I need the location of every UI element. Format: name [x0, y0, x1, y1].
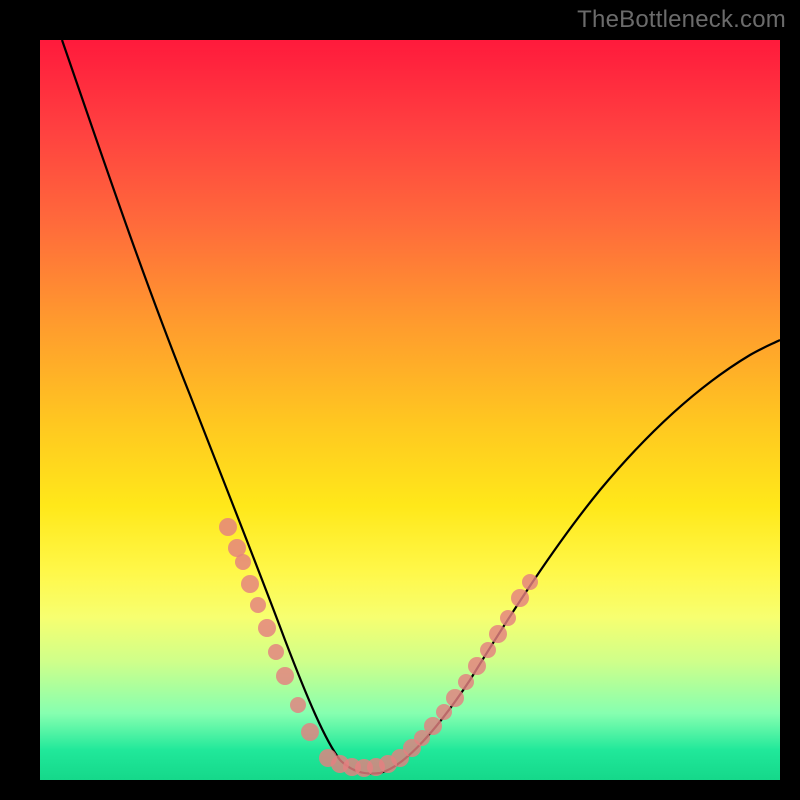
marker-dot [258, 619, 276, 637]
marker-dot [424, 717, 442, 735]
marker-dot [241, 575, 259, 593]
chart-svg [40, 40, 780, 780]
plot-area [40, 40, 780, 780]
marker-dot [268, 644, 284, 660]
marker-dot [458, 674, 474, 690]
watermark-text: TheBottleneck.com [577, 6, 786, 34]
marker-dot [276, 667, 294, 685]
marker-dot [446, 689, 464, 707]
marker-dot [436, 704, 452, 720]
marker-dot [290, 697, 306, 713]
marker-dot [522, 574, 538, 590]
marker-dot [301, 723, 319, 741]
marker-dot [235, 554, 251, 570]
marker-dot [489, 625, 507, 643]
marker-layer [219, 518, 538, 777]
marker-dot [219, 518, 237, 536]
bottleneck-curve [62, 40, 780, 774]
marker-dot [500, 610, 516, 626]
marker-dot [250, 597, 266, 613]
marker-dot [480, 642, 496, 658]
marker-dot [511, 589, 529, 607]
marker-dot [468, 657, 486, 675]
chart-frame: TheBottleneck.com [0, 0, 800, 800]
curve-layer [62, 40, 780, 774]
